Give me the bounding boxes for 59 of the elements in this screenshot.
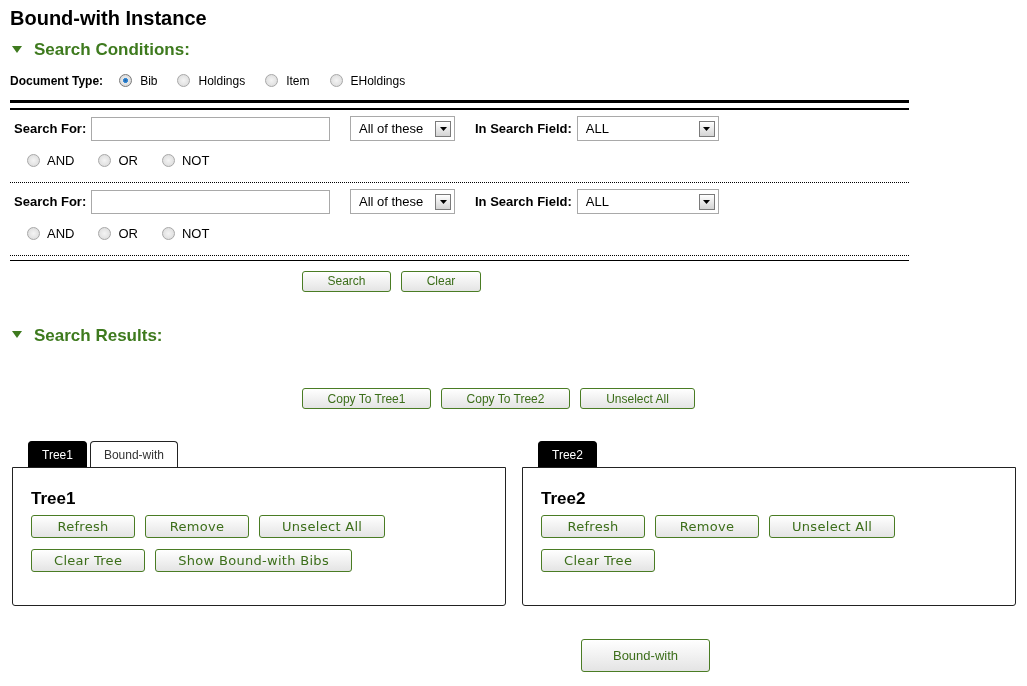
field-label: Document Type: [10,72,104,90]
panel-title: Tree2 [541,488,587,510]
button[interactable]: Clear Tree [541,549,656,572]
button[interactable]: Search [302,270,391,292]
button[interactable]: Bound-with [581,639,710,672]
radio-button[interactable] [265,74,279,87]
button[interactable]: Show Bound-with Bibs [155,549,352,572]
radio-button[interactable] [27,154,40,167]
radio-label: Bib [140,72,158,90]
tab[interactable]: Tree2 [538,441,597,467]
section-heading: Search Results: [34,324,163,347]
collapse-triangle-icon[interactable] [12,44,22,55]
radio-label: AND [47,151,75,170]
dropdown[interactable]: All of these [350,189,455,214]
button[interactable]: Copy To Tree1 [302,388,431,409]
dropdown-value: All of these [359,119,424,138]
dropdown-value: ALL [585,119,609,138]
tab[interactable]: Bound-with [89,441,178,467]
field-label: In Search Field: [475,119,572,138]
dropdown[interactable]: All of these [350,116,455,141]
radio-button[interactable] [119,74,133,87]
panel-title: Tree1 [31,488,77,510]
dropdown-value: ALL [585,192,609,211]
tab[interactable]: Tree1 [28,441,87,467]
radio-button[interactable] [161,227,175,240]
radio-label: NOT [181,151,210,170]
dropdown[interactable]: ALL [576,189,719,214]
radio-button[interactable] [177,74,191,87]
section-heading: Search Conditions: [34,39,190,61]
field-label: Search For: [14,192,88,211]
button[interactable]: Clear [401,270,481,292]
button[interactable]: Refresh [541,515,645,538]
button[interactable]: Unselect All [769,515,896,538]
field-label: Search For: [14,119,88,138]
search-input-field[interactable] [91,116,330,141]
button[interactable]: Copy To Tree2 [441,388,570,409]
dropdown[interactable]: ALL [576,116,719,141]
button[interactable]: Unselect All [259,515,386,538]
radio-button[interactable] [27,227,40,240]
button[interactable]: Refresh [31,515,135,538]
field-label: In Search Field: [475,192,572,211]
dropdown-value: All of these [359,192,424,211]
radio-label: OR [118,151,138,170]
button[interactable]: Remove [655,515,759,538]
radio-label: EHoldings [350,72,406,90]
radio-label: OR [118,224,138,243]
button[interactable]: Clear Tree [31,549,146,572]
search-input-field[interactable] [91,189,330,214]
radio-button[interactable] [161,154,175,167]
button[interactable]: Remove [145,515,249,538]
radio-label: NOT [181,224,210,243]
button[interactable]: Unselect All [580,388,695,409]
radio-label: Item [286,72,310,90]
page-title: Bound-with Instance [10,6,208,30]
radio-label: Holdings [198,72,246,90]
radio-button[interactable] [98,227,112,240]
radio-button[interactable] [329,74,343,87]
radio-label: AND [47,224,75,243]
radio-button[interactable] [98,154,112,167]
